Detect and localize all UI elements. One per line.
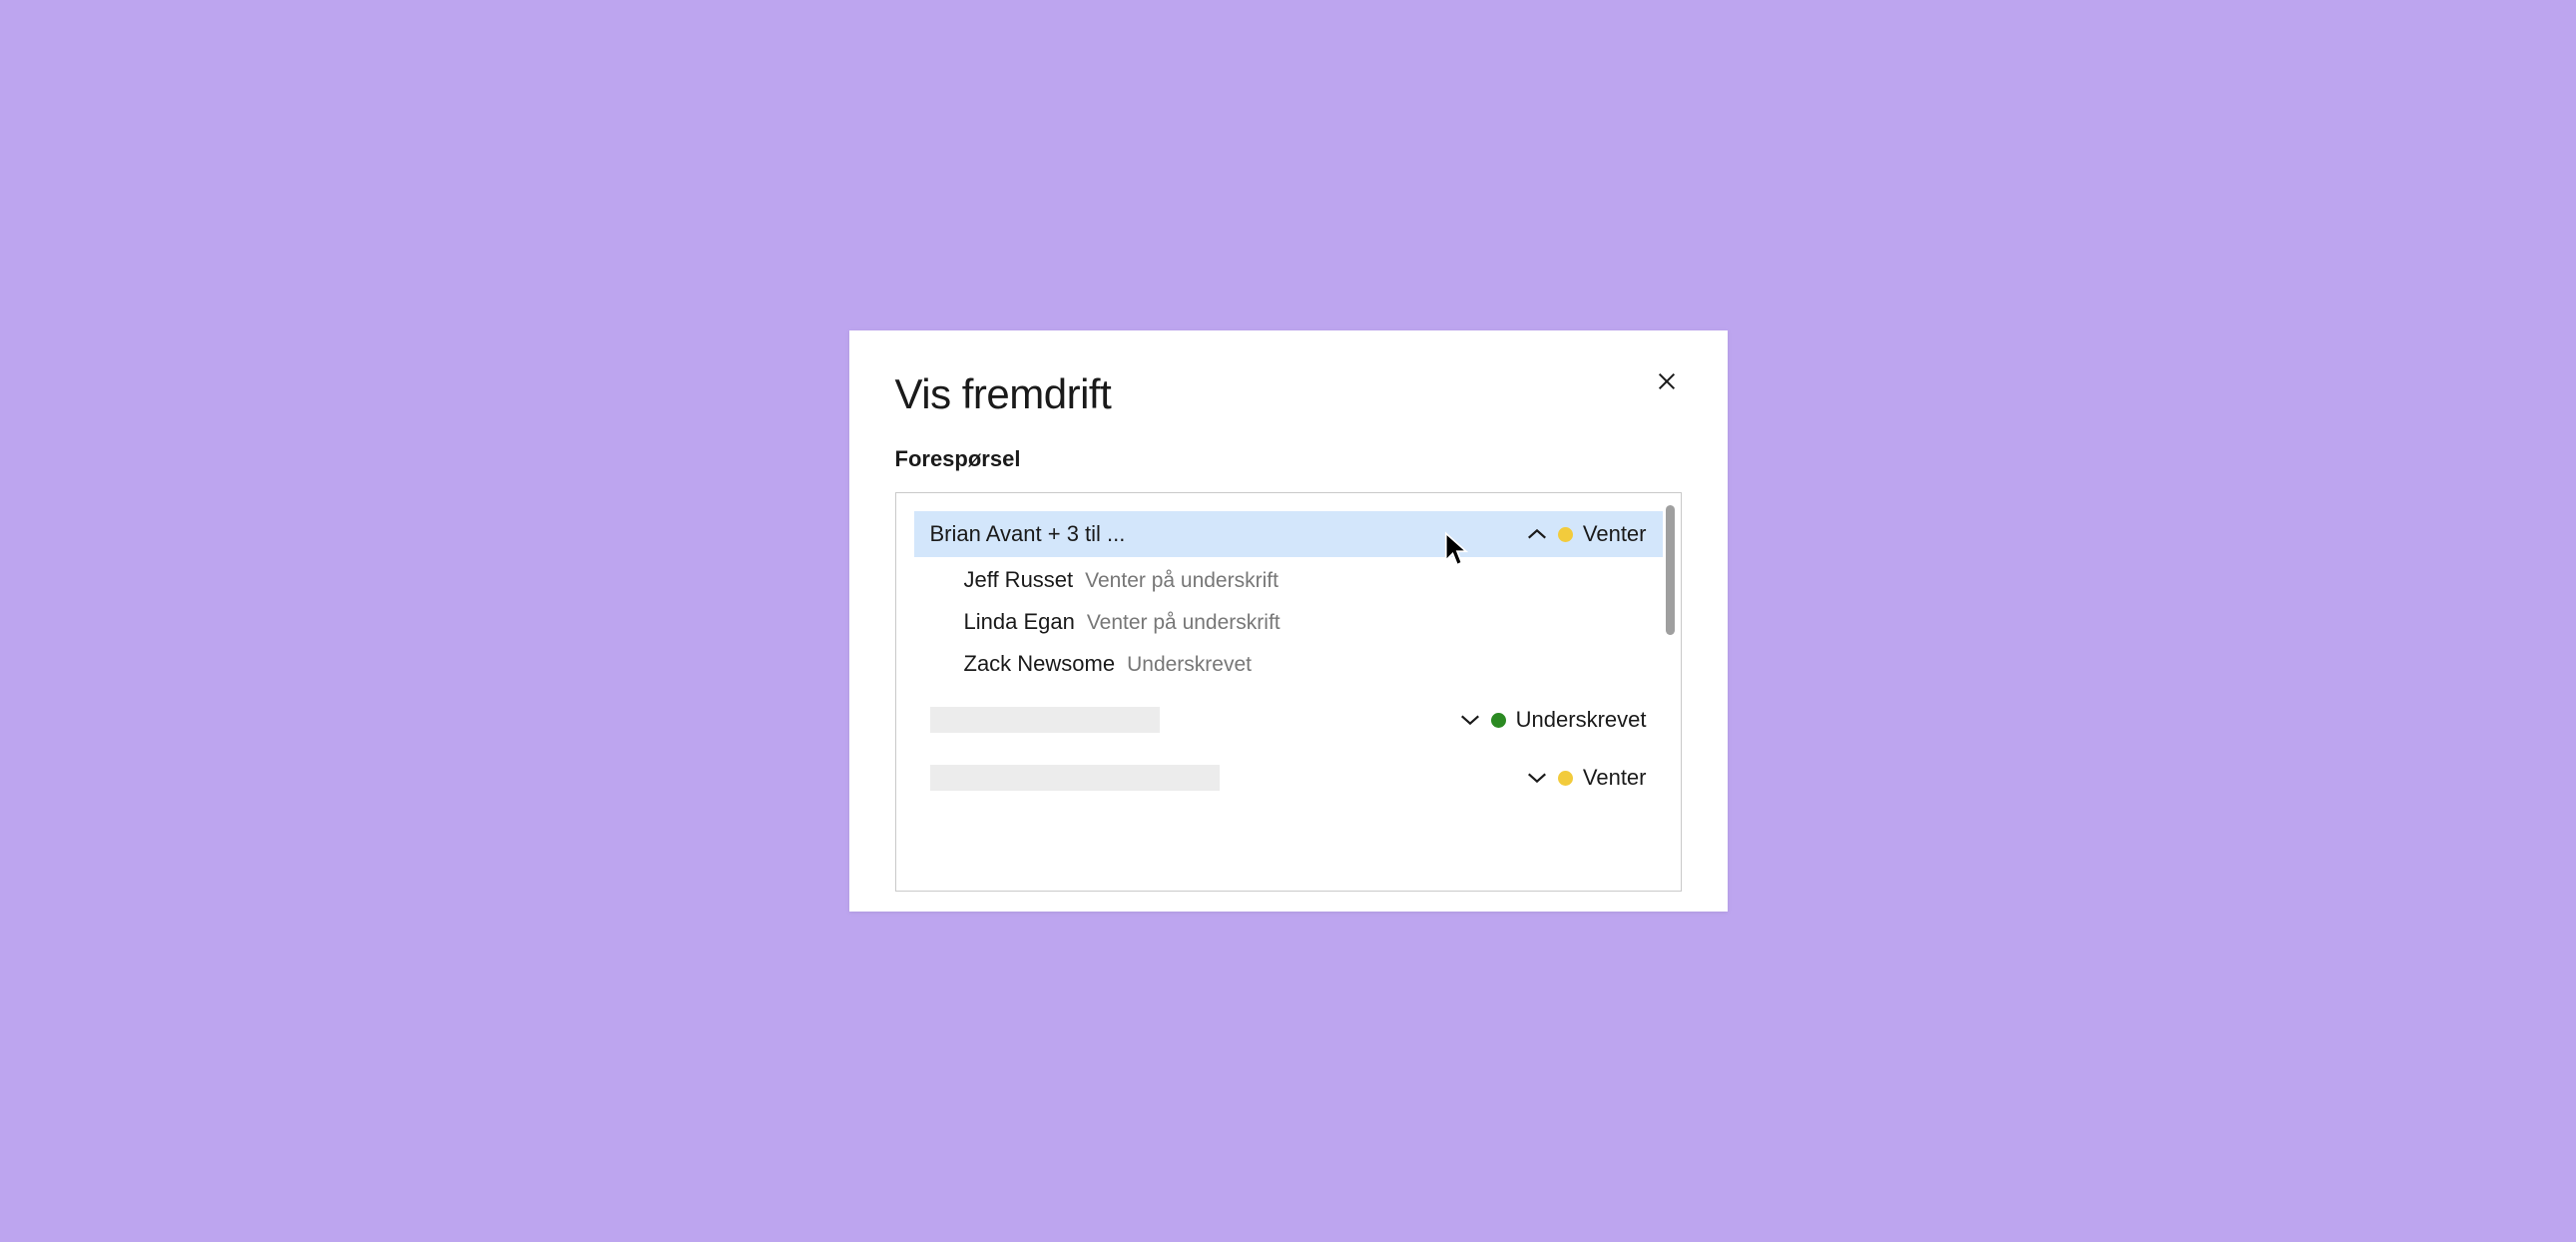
request-status-group: Venter	[1526, 521, 1647, 547]
status-dot-icon	[1558, 771, 1573, 786]
status-dot-icon	[1491, 713, 1506, 728]
status-dot-icon	[1558, 527, 1573, 542]
signer-row: Jeff Russet Venter på underskrift	[964, 559, 1663, 601]
request-summary: Brian Avant + 3 til ...	[930, 521, 1126, 547]
status-label: Venter	[1583, 521, 1647, 547]
status-label: Underskrevet	[1516, 707, 1647, 733]
chevron-down-icon[interactable]	[1459, 713, 1481, 727]
request-row-expanded[interactable]: Brian Avant + 3 til ... Venter	[914, 511, 1663, 557]
signer-name: Zack Newsome	[964, 651, 1116, 677]
request-row-collapsed[interactable]: Venter	[914, 755, 1663, 801]
progress-modal: Vis fremdrift Forespørsel Brian Avant + …	[849, 330, 1728, 912]
status-label: Venter	[1583, 765, 1647, 791]
chevron-up-icon[interactable]	[1526, 527, 1548, 541]
signer-name: Jeff Russet	[964, 567, 1074, 593]
signer-name: Linda Egan	[964, 609, 1075, 635]
modal-title: Vis fremdrift	[895, 370, 1682, 418]
signer-status: Venter på underskrift	[1087, 611, 1281, 635]
signer-row: Linda Egan Venter på underskrift	[964, 601, 1663, 643]
section-label: Forespørsel	[895, 446, 1682, 472]
close-icon	[1656, 370, 1678, 397]
request-status-group: Venter	[1526, 765, 1647, 791]
signer-row: Zack Newsome Underskrevet	[964, 643, 1663, 685]
signer-status: Venter på underskrift	[1085, 569, 1279, 593]
placeholder-text	[930, 707, 1160, 733]
request-status-group: Underskrevet	[1459, 707, 1647, 733]
signer-list: Jeff Russet Venter på underskrift Linda …	[914, 559, 1663, 685]
signer-status: Underskrevet	[1127, 653, 1252, 677]
close-button[interactable]	[1652, 368, 1682, 398]
chevron-down-icon[interactable]	[1526, 771, 1548, 785]
placeholder-text	[930, 765, 1220, 791]
request-list: Brian Avant + 3 til ... Venter Jeff	[895, 492, 1682, 892]
scrollbar-thumb[interactable]	[1666, 505, 1675, 635]
request-row-collapsed[interactable]: Underskrevet	[914, 697, 1663, 743]
